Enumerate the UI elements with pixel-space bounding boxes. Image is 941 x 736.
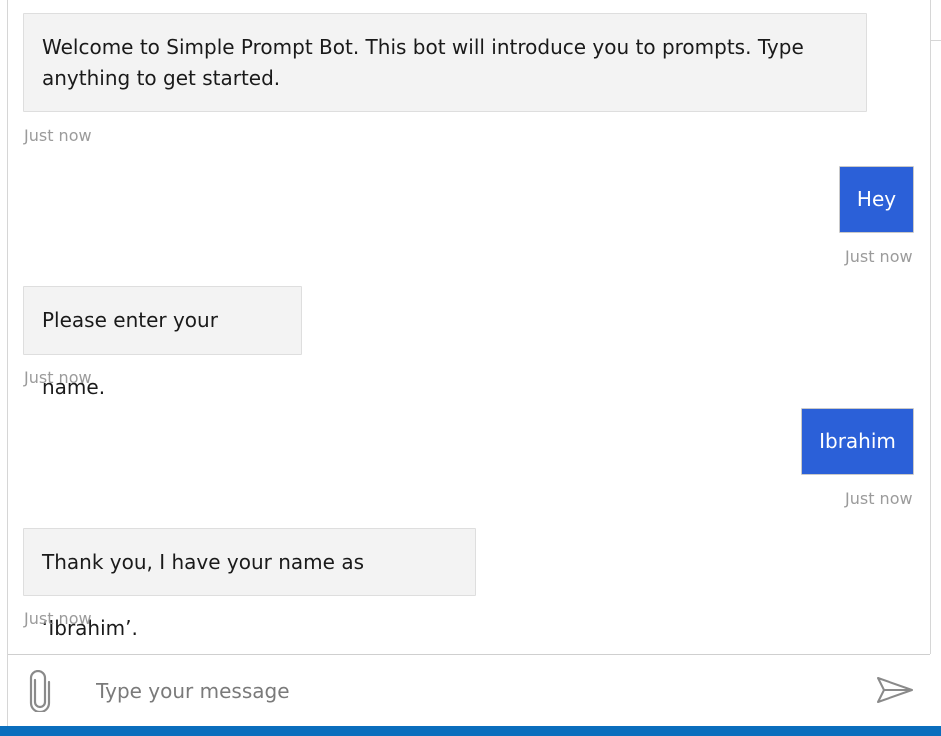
scrollbar-tick	[931, 40, 941, 41]
bot-message: Welcome to Simple Prompt Bot. This bot w…	[23, 13, 867, 112]
chat-window: Welcome to Simple Prompt Bot. This bot w…	[0, 0, 941, 736]
message-timestamp: Just now	[24, 368, 92, 387]
scrollbar-track[interactable]	[930, 0, 931, 654]
bot-message: Thank you, I have your name as ‘Ibrahim’…	[23, 528, 476, 640]
message-timestamp: Just now	[845, 247, 913, 266]
message-input[interactable]	[80, 670, 872, 712]
user-message-text: Ibrahim	[819, 429, 896, 453]
message-timestamp: Just now	[845, 489, 913, 508]
message-timestamp: Just now	[24, 126, 92, 145]
user-message: Hey	[839, 166, 914, 233]
user-message: Ibrahim	[801, 408, 914, 475]
left-divider	[7, 0, 8, 726]
accent-bar	[0, 726, 941, 736]
user-message-text: Hey	[856, 187, 897, 211]
send-icon[interactable]	[874, 672, 916, 708]
paperclip-icon[interactable]	[26, 669, 54, 714]
bot-message-text: Welcome to Simple Prompt Bot. This bot w…	[42, 35, 804, 90]
bot-message: Please enter your name.	[23, 286, 302, 399]
message-timestamp: Just now	[24, 609, 92, 628]
